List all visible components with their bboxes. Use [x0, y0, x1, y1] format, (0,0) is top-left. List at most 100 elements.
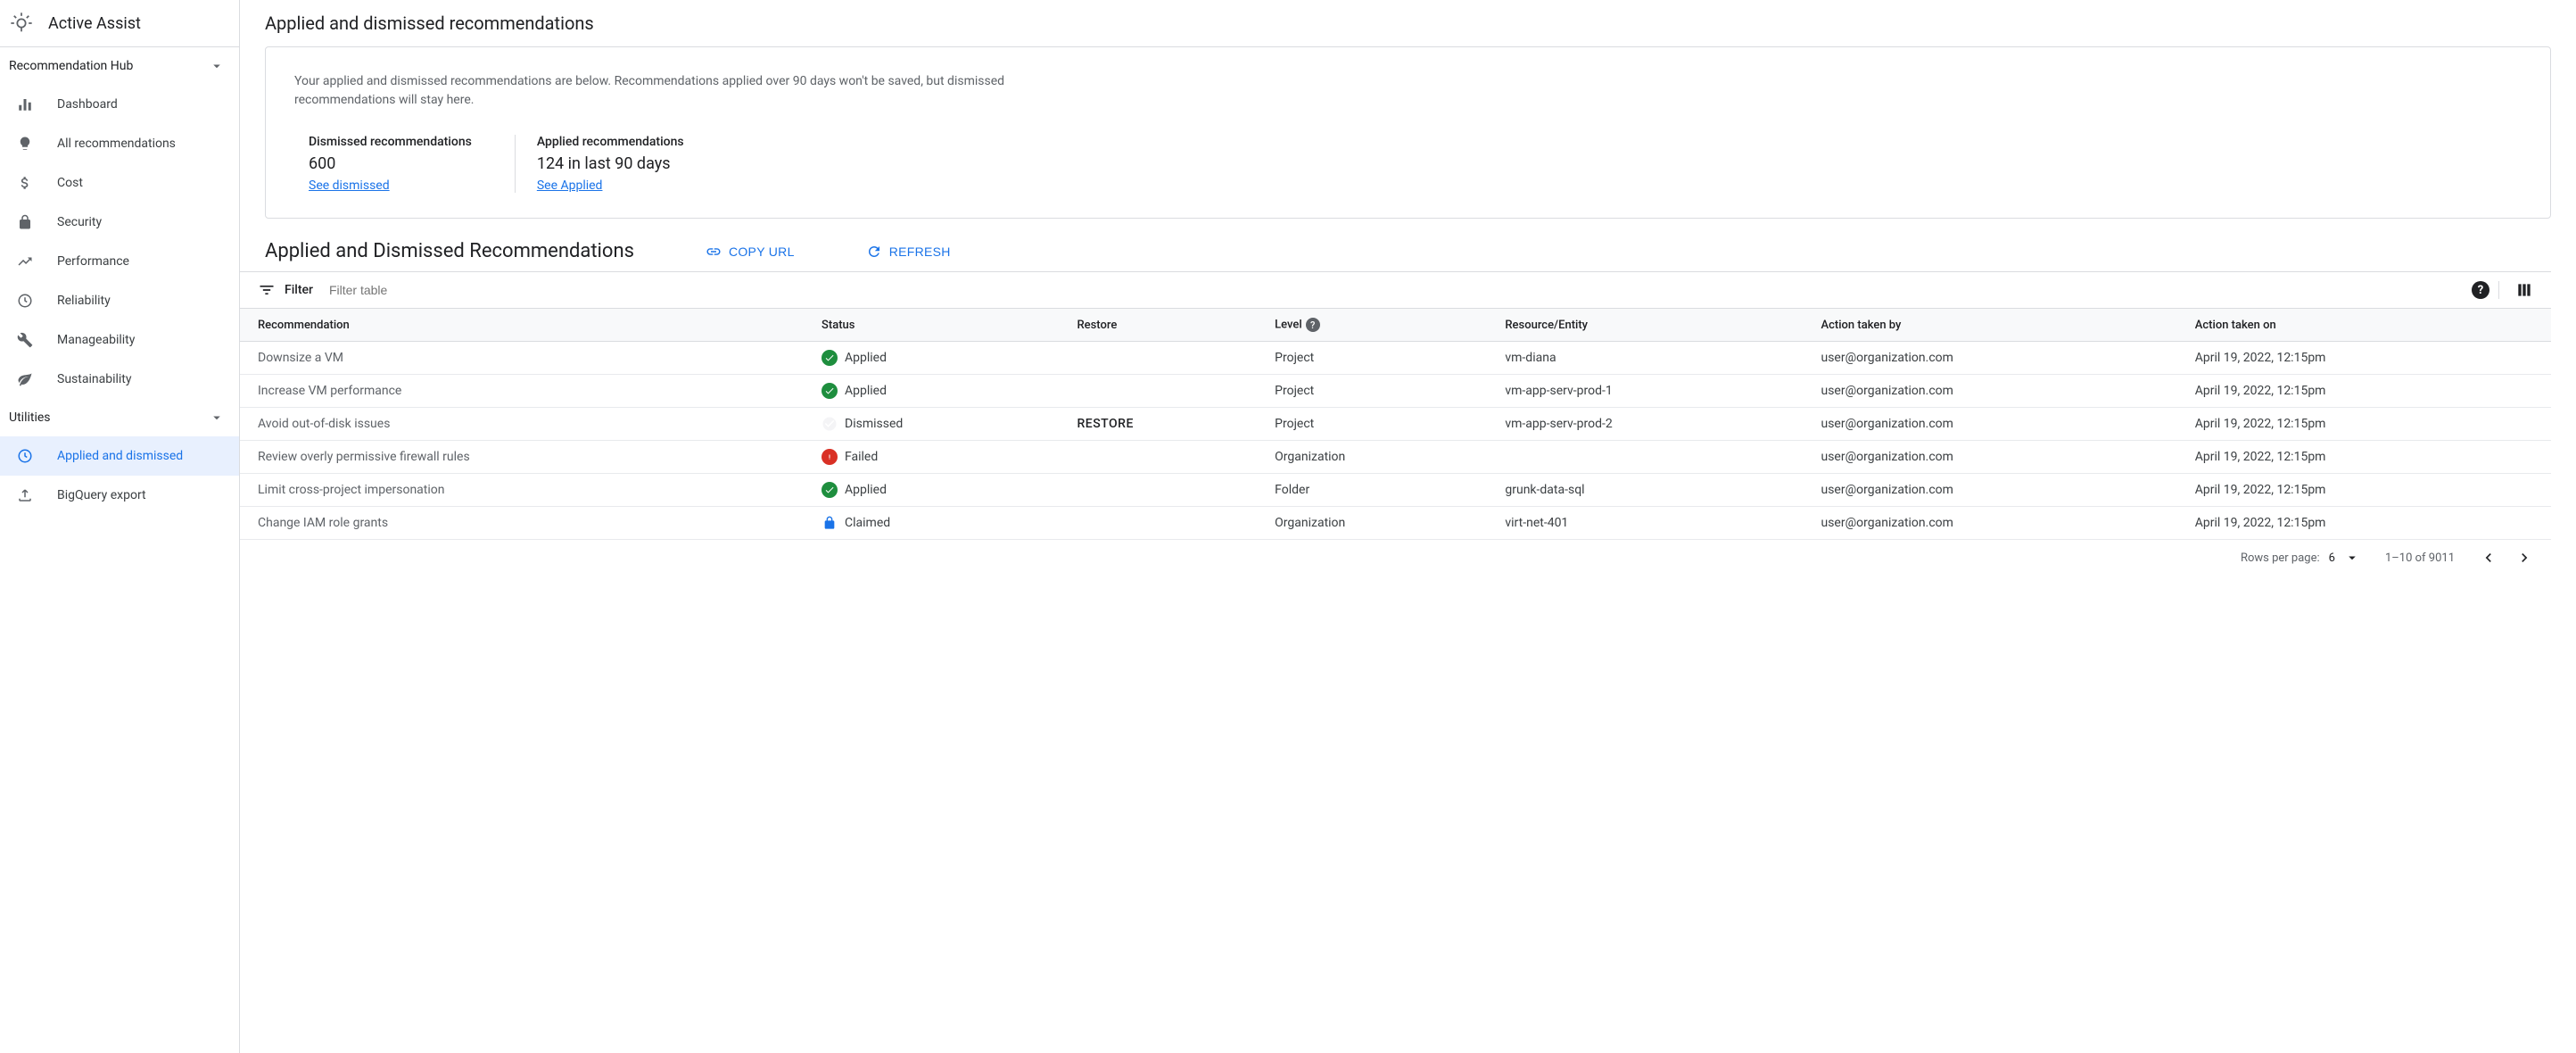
section-title: Applied and Dismissed Recommendations	[265, 240, 634, 262]
cell-level: Organization	[1260, 507, 1490, 540]
cell-restore	[1062, 507, 1260, 540]
sidebar-item-manageability[interactable]: Manageability	[0, 320, 239, 360]
cell-action-by: user@organization.com	[1806, 375, 2180, 408]
table-row[interactable]: Limit cross-project impersonation Applie…	[240, 474, 2551, 507]
sidebar-item-dashboard[interactable]: Dashboard	[0, 85, 239, 124]
sidebar-item-bigquery-export[interactable]: BigQuery export	[0, 476, 239, 515]
help-icon[interactable]: ?	[1306, 318, 1320, 332]
sidebar-item-cost[interactable]: Cost	[0, 163, 239, 203]
cell-resource: vm-app-serv-prod-1	[1490, 375, 1806, 408]
cell-status: Dismissed	[807, 408, 1062, 441]
rows-per-page-select[interactable]: 6	[2329, 550, 2360, 566]
dashboard-icon	[16, 95, 34, 113]
stat-applied: Applied recommendations 124 in last 90 d…	[515, 135, 727, 193]
col-restore[interactable]: Restore	[1062, 309, 1260, 342]
leaf-icon	[16, 370, 34, 388]
cell-status: Failed	[807, 441, 1062, 474]
cell-level: Organization	[1260, 441, 1490, 474]
cell-level: Project	[1260, 342, 1490, 375]
table-row[interactable]: Increase VM performance Applied Project …	[240, 375, 2551, 408]
error-icon	[822, 449, 838, 465]
sidebar-item-reliability[interactable]: Reliability	[0, 281, 239, 320]
cell-action-on: April 19, 2022, 12:15pm	[2181, 375, 2551, 408]
page-range: 1–10 of 9011	[2385, 551, 2455, 565]
columns-icon[interactable]	[2515, 281, 2533, 299]
table-row[interactable]: Downsize a VM Applied Project vm-diana u…	[240, 342, 2551, 375]
chevron-down-icon	[209, 410, 225, 426]
sidebar-item-performance[interactable]: Performance	[0, 242, 239, 281]
cell-action-by: user@organization.com	[1806, 474, 2180, 507]
table-container: Filter ? Recommendation Status Restore L…	[240, 271, 2551, 576]
refresh-button[interactable]: REFRESH	[866, 244, 951, 260]
stat-dismissed: Dismissed recommendations 600 See dismis…	[294, 135, 515, 193]
cell-restore: RESTORE	[1062, 408, 1260, 441]
col-level[interactable]: Level?	[1260, 309, 1490, 342]
chevron-down-icon	[209, 58, 225, 74]
col-action-on[interactable]: Action taken on	[2181, 309, 2551, 342]
active-assist-icon	[9, 11, 34, 36]
link-icon	[706, 244, 722, 260]
dollar-icon	[16, 174, 34, 192]
filter-input[interactable]	[329, 283, 1391, 297]
sidebar-item-all-recommendations[interactable]: All recommendations	[0, 124, 239, 163]
upload-icon	[16, 486, 34, 504]
section-toolbar: Applied and Dismissed Recommendations CO…	[240, 240, 2576, 271]
cell-recommendation: Limit cross-project impersonation	[240, 474, 807, 507]
col-recommendation[interactable]: Recommendation	[240, 309, 807, 342]
sidebar: Active Assist Recommendation Hub Dashboa…	[0, 0, 240, 1053]
sidebar-item-security[interactable]: Security	[0, 203, 239, 242]
cell-restore	[1062, 342, 1260, 375]
cell-action-by: user@organization.com	[1806, 441, 2180, 474]
cell-resource	[1490, 441, 1806, 474]
sidebar-header: Active Assist	[0, 0, 239, 47]
trending-icon	[16, 253, 34, 270]
col-status[interactable]: Status	[807, 309, 1062, 342]
restore-button[interactable]: RESTORE	[1077, 417, 1133, 431]
cell-level: Project	[1260, 375, 1490, 408]
cell-resource: vm-diana	[1490, 342, 1806, 375]
nav-section-recommendation-hub[interactable]: Recommendation Hub	[0, 47, 239, 85]
cell-status: Applied	[807, 375, 1062, 408]
wrench-icon	[16, 331, 34, 349]
cell-level: Project	[1260, 408, 1490, 441]
cell-restore	[1062, 441, 1260, 474]
cell-restore	[1062, 375, 1260, 408]
filter-bar: Filter ?	[240, 272, 2551, 309]
cell-recommendation: Change IAM role grants	[240, 507, 807, 540]
help-icon[interactable]: ?	[2472, 281, 2489, 299]
cell-action-on: April 19, 2022, 12:15pm	[2181, 408, 2551, 441]
col-action-by[interactable]: Action taken by	[1806, 309, 2180, 342]
sidebar-item-sustainability[interactable]: Sustainability	[0, 360, 239, 399]
cell-action-by: user@organization.com	[1806, 507, 2180, 540]
lock-icon	[16, 213, 34, 231]
page-header: Applied and dismissed recommendations	[240, 0, 2576, 46]
table-row[interactable]: Review overly permissive firewall rules …	[240, 441, 2551, 474]
copy-url-button[interactable]: COPY URL	[706, 244, 795, 260]
clock-icon	[16, 447, 34, 465]
see-applied-link[interactable]: See Applied	[537, 178, 603, 193]
cell-action-by: user@organization.com	[1806, 408, 2180, 441]
see-dismissed-link[interactable]: See dismissed	[309, 178, 390, 193]
table-row[interactable]: Change IAM role grants Claimed Organizat…	[240, 507, 2551, 540]
main-content: Applied and dismissed recommendations Yo…	[240, 0, 2576, 1053]
recommendations-table: Recommendation Status Restore Level? Res…	[240, 309, 2551, 540]
cell-recommendation: Increase VM performance	[240, 375, 807, 408]
prev-page-button[interactable]	[2480, 549, 2498, 567]
cell-action-on: April 19, 2022, 12:15pm	[2181, 342, 2551, 375]
cell-status: Applied	[807, 474, 1062, 507]
nav-section-utilities[interactable]: Utilities	[0, 399, 239, 436]
cell-action-on: April 19, 2022, 12:15pm	[2181, 474, 2551, 507]
cell-status: Applied	[807, 342, 1062, 375]
cell-action-on: April 19, 2022, 12:15pm	[2181, 507, 2551, 540]
cell-recommendation: Review overly permissive firewall rules	[240, 441, 807, 474]
cell-status: Claimed	[807, 507, 1062, 540]
app-title: Active Assist	[48, 14, 141, 33]
chevron-down-icon	[2344, 550, 2360, 566]
filter-label: Filter	[285, 283, 313, 297]
lightbulb-icon	[16, 135, 34, 153]
next-page-button[interactable]	[2515, 549, 2533, 567]
table-row[interactable]: Avoid out-of-disk issues Dismissed RESTO…	[240, 408, 2551, 441]
check-icon	[822, 383, 838, 399]
sidebar-item-applied-dismissed[interactable]: Applied and dismissed	[0, 436, 239, 476]
col-resource[interactable]: Resource/Entity	[1490, 309, 1806, 342]
